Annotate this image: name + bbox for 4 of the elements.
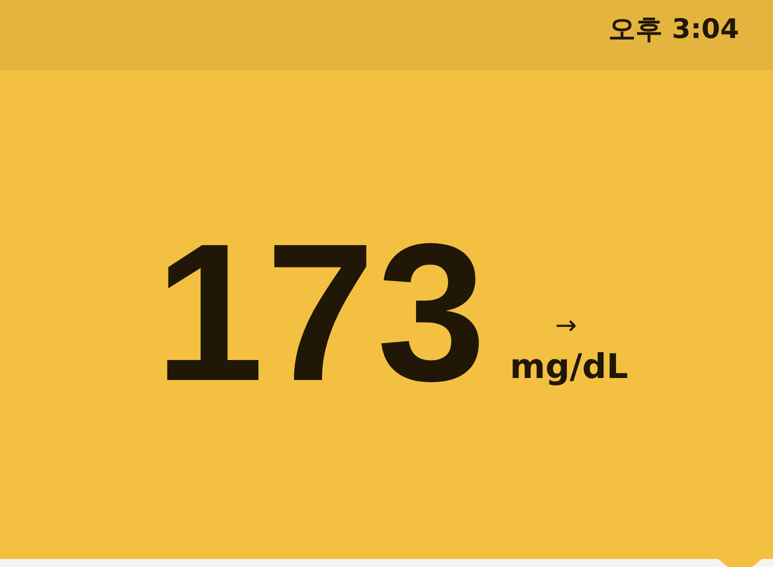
glucose-unit: mg/dL — [510, 349, 628, 385]
glucose-value: 173 — [154, 233, 488, 393]
trend-arrow: → — [555, 313, 577, 339]
clock-time: 오후 3:04 — [608, 13, 739, 47]
